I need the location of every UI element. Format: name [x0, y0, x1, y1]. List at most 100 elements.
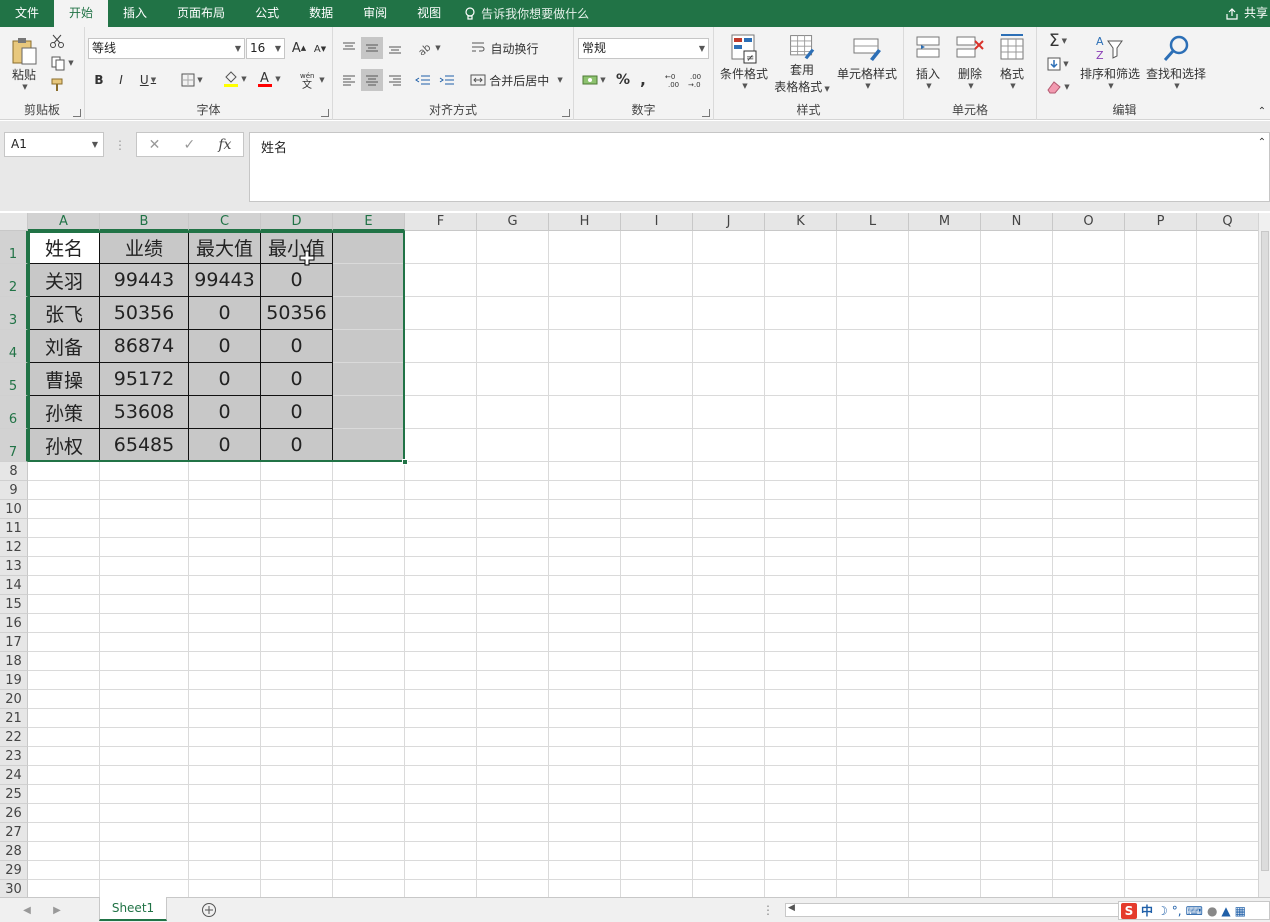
grid-cell[interactable] — [405, 823, 477, 842]
grid-cell[interactable] — [189, 861, 261, 880]
grid-cell[interactable] — [909, 557, 981, 576]
grid-cell[interactable] — [28, 462, 100, 481]
column-header-n[interactable]: N — [981, 213, 1053, 231]
fill-color-button[interactable]: ▼ — [220, 69, 250, 89]
grid-cell[interactable] — [28, 709, 100, 728]
skin-icon[interactable]: ▲ — [1221, 904, 1230, 918]
grid-cell[interactable] — [765, 481, 837, 500]
grid-cell[interactable] — [100, 538, 189, 557]
phonetic-button[interactable]: wén 文 ▼ — [297, 69, 327, 91]
column-header-f[interactable]: F — [405, 213, 477, 231]
grid-cell[interactable] — [981, 709, 1053, 728]
grid-cell[interactable] — [333, 297, 405, 330]
column-header-i[interactable]: I — [621, 213, 693, 231]
grid-cell[interactable] — [477, 652, 549, 671]
grid-cell[interactable] — [405, 330, 477, 363]
grid-cell[interactable] — [261, 690, 333, 709]
share-button[interactable]: 共享 — [1225, 0, 1270, 27]
grid-cell[interactable] — [549, 297, 621, 330]
grid-cell[interactable] — [1125, 804, 1197, 823]
grid-cell[interactable] — [909, 747, 981, 766]
grid-cell[interactable] — [100, 481, 189, 500]
grid-cell[interactable] — [981, 429, 1053, 462]
grid-cell[interactable] — [1053, 690, 1125, 709]
table-cell[interactable]: 99443 — [100, 264, 189, 297]
grid-cell[interactable] — [333, 500, 405, 519]
grid-cell[interactable] — [333, 519, 405, 538]
grid-cell[interactable] — [100, 576, 189, 595]
grid-cell[interactable] — [549, 633, 621, 652]
grid-cell[interactable] — [981, 557, 1053, 576]
grid-cell[interactable] — [693, 330, 765, 363]
grid-cell[interactable] — [261, 557, 333, 576]
grid-cell[interactable] — [837, 861, 909, 880]
grid-cell[interactable] — [28, 690, 100, 709]
grid-cell[interactable] — [765, 231, 837, 264]
increase-indent-button[interactable] — [437, 69, 457, 91]
grid-cell[interactable] — [1125, 557, 1197, 576]
tell-me-box[interactable]: 告诉我你想要做什么 — [464, 5, 589, 22]
grid-cell[interactable] — [28, 880, 100, 897]
grid-cell[interactable] — [1197, 842, 1259, 861]
grid-cell[interactable] — [549, 576, 621, 595]
grid-cell[interactable] — [693, 557, 765, 576]
grid-cell[interactable] — [100, 728, 189, 747]
grid-cell[interactable] — [333, 462, 405, 481]
grid-cell[interactable] — [621, 766, 693, 785]
grid-cell[interactable] — [405, 396, 477, 429]
grid-cell[interactable] — [981, 614, 1053, 633]
grid-cell[interactable] — [693, 728, 765, 747]
grid-cell[interactable] — [837, 429, 909, 462]
table-cell[interactable]: 孙策 — [28, 396, 100, 429]
grid-cell[interactable] — [981, 595, 1053, 614]
grid-cell[interactable] — [765, 462, 837, 481]
name-box[interactable]: A1 ▼ — [4, 132, 104, 157]
grid-cell[interactable] — [477, 842, 549, 861]
grid-cell[interactable] — [981, 633, 1053, 652]
grid-cell[interactable] — [981, 652, 1053, 671]
find-select-button[interactable]: 查找和选择 ▼ — [1143, 33, 1209, 95]
grid-cell[interactable] — [1197, 264, 1259, 297]
grid-cell[interactable] — [621, 576, 693, 595]
grid-cell[interactable] — [100, 861, 189, 880]
grid-cell[interactable] — [693, 633, 765, 652]
grid-cell[interactable] — [1053, 880, 1125, 897]
font-name-combo[interactable]: 等线 ▼ — [88, 38, 245, 59]
grid-cell[interactable] — [333, 481, 405, 500]
grid-cell[interactable] — [621, 462, 693, 481]
grid-cell[interactable] — [405, 264, 477, 297]
grid-cell[interactable] — [909, 785, 981, 804]
grid-cell[interactable] — [981, 538, 1053, 557]
table-header-cell[interactable]: 最小值 — [261, 231, 333, 264]
grid-cell[interactable] — [765, 595, 837, 614]
grid-cell[interactable] — [1197, 766, 1259, 785]
grid-cell[interactable] — [333, 861, 405, 880]
grid-cell[interactable] — [909, 671, 981, 690]
grid-cell[interactable] — [1125, 330, 1197, 363]
grid-cell[interactable] — [837, 709, 909, 728]
tab-formulas[interactable]: 公式 — [240, 0, 294, 27]
grid-cell[interactable] — [1125, 785, 1197, 804]
grid-cell[interactable] — [981, 861, 1053, 880]
grid-cell[interactable] — [549, 557, 621, 576]
grid-cell[interactable] — [981, 264, 1053, 297]
grid-cell[interactable] — [189, 709, 261, 728]
grid-cell[interactable] — [261, 500, 333, 519]
shrink-font-button[interactable]: A ▼ — [311, 41, 329, 57]
grid-cell[interactable] — [765, 709, 837, 728]
grid-cell[interactable] — [1197, 462, 1259, 481]
grid-cell[interactable] — [28, 842, 100, 861]
grid-cell[interactable] — [837, 396, 909, 429]
grid-cell[interactable] — [100, 842, 189, 861]
grid-cell[interactable] — [477, 595, 549, 614]
grid-cell[interactable] — [765, 538, 837, 557]
grid-cell[interactable] — [28, 500, 100, 519]
grid-cell[interactable] — [549, 709, 621, 728]
grid-cell[interactable] — [621, 728, 693, 747]
grid-cell[interactable] — [765, 728, 837, 747]
grid-cell[interactable] — [981, 231, 1053, 264]
grid-cell[interactable] — [100, 671, 189, 690]
grid-cell[interactable] — [693, 804, 765, 823]
toolbox-icon[interactable]: ▦ — [1235, 904, 1246, 918]
grid-cell[interactable] — [477, 429, 549, 462]
